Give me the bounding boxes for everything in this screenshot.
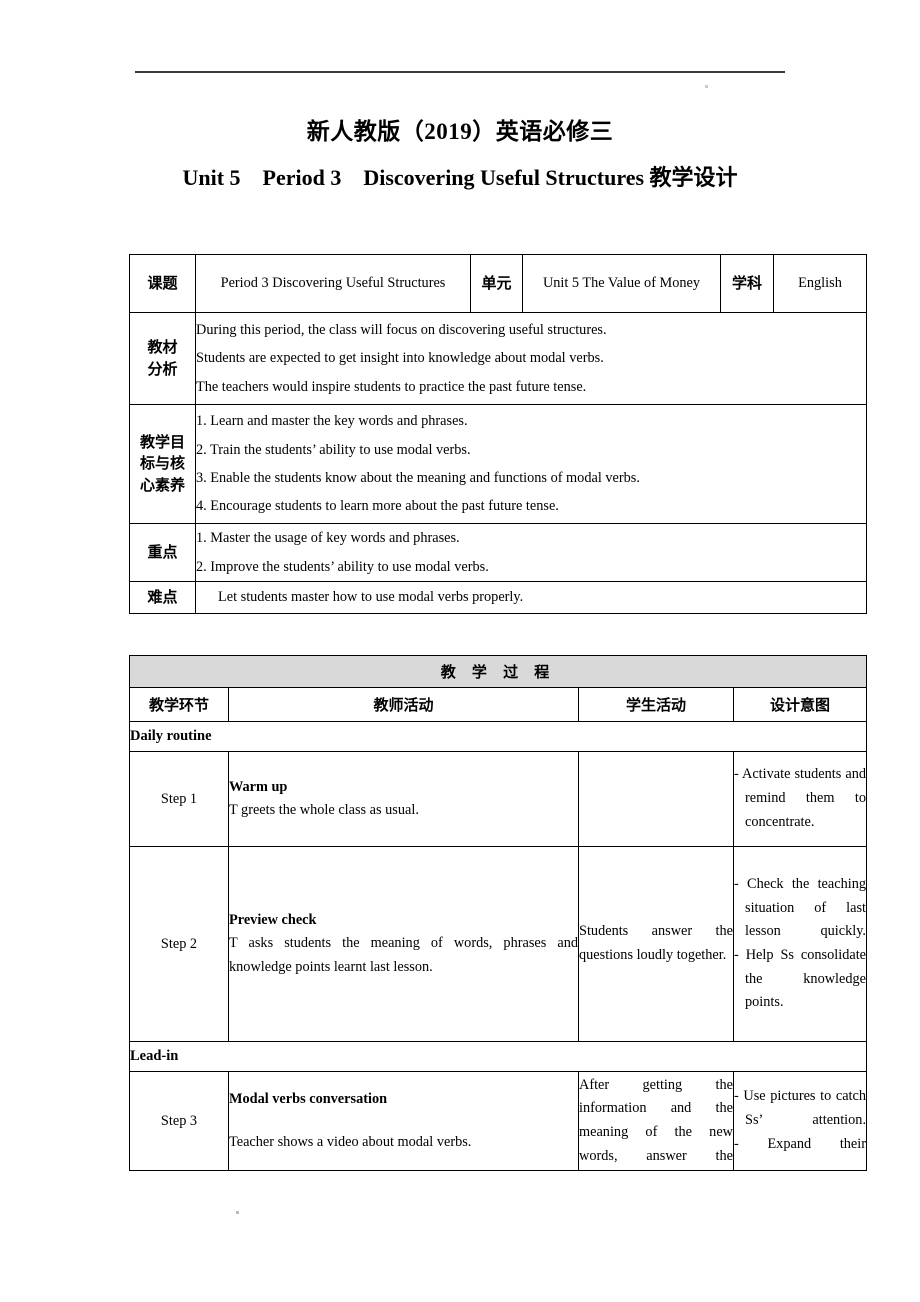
header-artifact-dot xyxy=(705,85,708,88)
material-analysis-label-line2: 分析 xyxy=(147,360,178,378)
step-1-teacher-activity: Warm up T greets the whole class as usua… xyxy=(228,751,579,847)
table-row: 教材 分析 During this period, the class will… xyxy=(129,312,867,405)
objectives-label: 教学目 标与核 心素养 xyxy=(129,404,196,524)
column-header-teacher: 教师活动 xyxy=(228,687,579,722)
step-2-teacher-title: Preview check xyxy=(229,912,317,929)
step-1-label: Step 1 xyxy=(129,751,229,847)
subject-value: English xyxy=(773,254,867,313)
step-3-teacher-activity: Modal verbs conversation Teacher shows a… xyxy=(228,1071,579,1171)
header-rule xyxy=(135,71,785,73)
document-page: 新人教版（2019）英语必修三 Unit 5 Period 3 Discoverin… xyxy=(0,0,920,1302)
step-1-intent-item-1: - Activate students and remind them to c… xyxy=(734,766,867,830)
step-3-intent-item-1: - Use pictures to catch Ss’ attention. xyxy=(734,1088,867,1129)
step-2-intent: - Check the teaching situation of last l… xyxy=(732,846,868,1042)
step-3-intent-item-2: - Expand their xyxy=(734,1135,867,1152)
difficult-points-content: Let students master how to use modal ver… xyxy=(195,581,867,614)
step-1-student-activity xyxy=(578,751,734,847)
page-title: 新人教版（2019）英语必修三 xyxy=(306,119,614,144)
step-2-teacher-activity: Preview check T asks students the meanin… xyxy=(228,846,579,1042)
page-subtitle: Unit 5 Period 3 Discovering Useful Structu… xyxy=(0,160,920,192)
key-point-2: 2. Improve the students’ ability to use … xyxy=(196,558,489,575)
objectives-content: 1. Learn and master the key words and ph… xyxy=(195,404,867,524)
step-3-spacer xyxy=(229,1112,578,1131)
subtitle-unit: Unit 5 xyxy=(182,165,241,190)
objectives-label-line2: 标与核 xyxy=(139,455,185,473)
step-3-teacher-title: Modal verbs conversation xyxy=(229,1091,388,1108)
column-header-student: 学生活动 xyxy=(578,687,734,722)
objectives-label-line3: 心素养 xyxy=(139,476,185,494)
table-row: 重点 1. Master the usage of key words and … xyxy=(129,523,867,582)
difficult-points-label: 难点 xyxy=(129,581,196,614)
step-2-student-activity: Students answer the questions loudly tog… xyxy=(578,846,734,1042)
table-row: 教学目 标与核 心素养 1. Learn and master the key … xyxy=(129,404,867,524)
topic-value: Period 3 Discovering Useful Structures xyxy=(195,254,471,313)
step-1-teacher-body: T greets the whole class as usual. xyxy=(229,802,419,818)
key-points-content: 1. Master the usage of key words and phr… xyxy=(195,523,867,582)
material-analysis-label-line1: 教材 xyxy=(147,339,178,357)
step-3-student-activity: After getting the information and the me… xyxy=(578,1071,734,1171)
table-row: 课题 Period 3 Discovering Useful Structure… xyxy=(129,254,867,313)
step-2-intent-item-1: - Check the teaching situation of last l… xyxy=(734,875,867,940)
step-3-intent: - Use pictures to catch Ss’ attention. -… xyxy=(732,1071,868,1171)
material-analysis-content: During this period, the class will focus… xyxy=(195,312,867,405)
table-row: Step 2 Preview check T asks students the… xyxy=(129,846,868,1042)
step-2-intent-item-2: - Help Ss consolidate the knowledge poin… xyxy=(734,947,867,1011)
analysis-line-2: Students are expected to get insight int… xyxy=(196,350,604,367)
objective-item-1: 1. Learn and master the key words and ph… xyxy=(196,413,468,430)
table-row: Daily routine xyxy=(128,721,868,752)
footer-artifact-dot xyxy=(236,1211,239,1214)
table-row: 教学环节 教师活动 学生活动 设计意图 xyxy=(129,687,868,722)
step-2-teacher-body: T asks students the meaning of words, ph… xyxy=(229,935,578,975)
table-row: Lead-in xyxy=(128,1041,868,1072)
step-1-teacher-title: Warm up xyxy=(229,778,288,795)
lesson-info-table: 课题 Period 3 Discovering Useful Structure… xyxy=(129,254,867,614)
analysis-line-1: During this period, the class will focus… xyxy=(196,322,607,339)
key-point-1: 1. Master the usage of key words and phr… xyxy=(196,530,460,547)
key-points-label: 重点 xyxy=(129,523,196,582)
unit-value: Unit 5 The Value of Money xyxy=(522,254,721,313)
step-3-teacher-body: Teacher shows a video about modal verbs. xyxy=(229,1133,472,1150)
topic-label: 课题 xyxy=(129,254,196,313)
table-row: 教 学 过 程 xyxy=(128,655,868,688)
table-row: Step 3 Modal verbs conversation Teacher … xyxy=(129,1071,868,1171)
step-1-intent: - Activate students and remind them to c… xyxy=(732,751,868,847)
subject-label: 学科 xyxy=(720,254,774,313)
step-3-label: Step 3 xyxy=(129,1071,229,1171)
column-header-stage: 教学环节 xyxy=(129,687,229,722)
process-banner: 教 学 过 程 xyxy=(128,655,868,688)
column-header-intent: 设计意图 xyxy=(732,687,868,722)
section-lead-in: Lead-in xyxy=(128,1041,868,1072)
teaching-process-table: 教 学 过 程 教学环节 教师活动 学生活动 设计意图 Daily routin… xyxy=(128,655,868,1171)
objective-item-4: 4. Encourage students to learn more abou… xyxy=(196,498,559,515)
objectives-label-line1: 教学目 xyxy=(139,434,185,452)
step-2-label: Step 2 xyxy=(129,846,229,1042)
unit-label: 单元 xyxy=(470,254,523,313)
subtitle-topic: Discovering Useful Structures 教学设计 xyxy=(363,165,738,190)
analysis-line-3: The teachers would inspire students to p… xyxy=(196,378,587,395)
objective-item-2: 2. Train the students’ ability to use mo… xyxy=(196,441,471,458)
table-row: 难点 Let students master how to use modal … xyxy=(129,581,867,614)
table-row: Step 1 Warm up T greets the whole class … xyxy=(129,751,868,847)
subtitle-period: Period 3 xyxy=(262,165,342,190)
difficult-point-1: Let students master how to use modal ver… xyxy=(218,589,524,606)
material-analysis-label: 教材 分析 xyxy=(129,312,196,405)
objective-item-3: 3. Enable the students know about the me… xyxy=(196,470,640,486)
section-daily-routine: Daily routine xyxy=(128,721,868,752)
